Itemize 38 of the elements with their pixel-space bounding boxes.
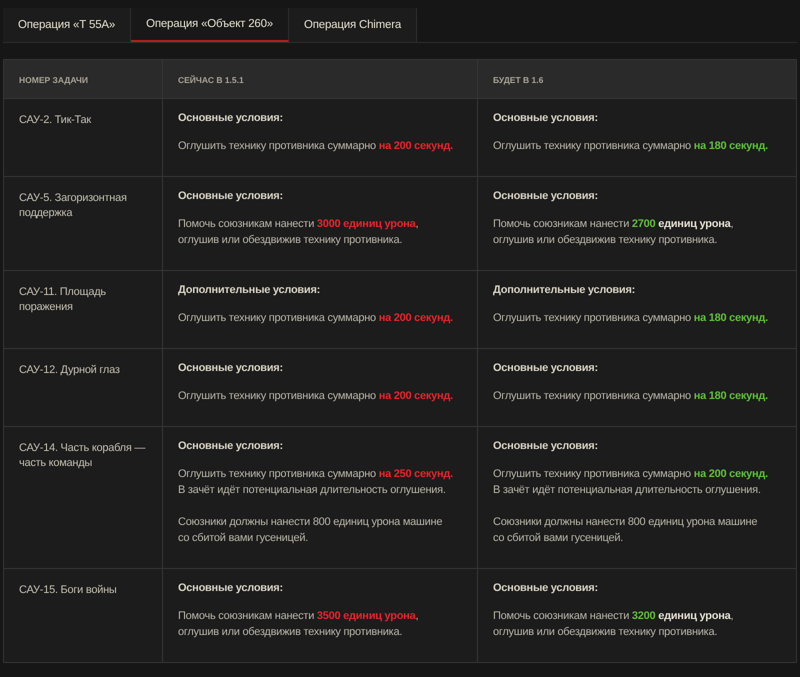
condition-text: Оглушить технику противника суммарно на 200 секунд. (178, 139, 454, 154)
task-name: САУ-2. Тик-Так (18, 113, 92, 128)
condition-text: Помочь союзникам нанести 3500 единиц урона, оглушив или обездвижив технику противника. (178, 609, 420, 640)
condition-heading: Основные условия: (493, 362, 599, 374)
tab[interactable]: Операция «Т 55А» (3, 8, 132, 42)
condition-text: Оглушить технику противника суммарно на 200 секунд. (178, 389, 454, 404)
tab[interactable]: Операция Chimera (289, 8, 418, 42)
condition-heading: Основные условия: (493, 112, 599, 124)
tab[interactable]: Операция «Объект 260» (131, 8, 290, 42)
condition-text: Оглушить технику противника суммарно на 200 секунд. В зачёт идёт потенциальная длительность оглушения. (493, 467, 769, 498)
condition-heading: Основные условия: (493, 440, 599, 452)
condition-text: Союзники должны нанести 800 единиц урона машине со сбитой вами гусеницей. (178, 515, 444, 546)
condition-text: Помочь союзникам нанести 2700 единиц урона, оглушив или обездвижив технику противника. (493, 217, 734, 248)
condition-text: Оглушить технику противника суммарно на 180 секунд. (493, 139, 769, 154)
task-name: САУ-11. Площадь поражения (18, 285, 107, 315)
condition-heading: Основные условия: (178, 362, 284, 374)
condition-text: Оглушить технику противника суммарно на 180 секунд. (493, 389, 769, 404)
task-name: САУ-5. Загоризонтная поддержка (18, 191, 128, 221)
condition-heading: Основные условия: (178, 582, 284, 594)
column-header: СЕЙЧАС В 1.5.1 (162, 60, 477, 107)
condition-heading: Основные условия: (178, 112, 284, 124)
condition-text: Помочь союзникам нанести 3000 единиц урона, оглушив или обездвижив технику противника. (178, 217, 420, 248)
condition-heading: Дополнительные условия: (493, 284, 636, 296)
condition-heading: Основные условия: (178, 190, 284, 202)
condition-heading: Основные условия: (493, 190, 599, 202)
task-name: САУ-14. Часть корабля — часть команды (18, 441, 146, 471)
column-header: НОМЕР ЗАДАЧИ (18, 74, 89, 87)
task-name: САУ-15. Боги войны (18, 583, 118, 598)
condition-text: Помочь союзникам нанести 3200 единиц урона, оглушив или обездвижив технику противника. (493, 609, 734, 640)
condition-text: Оглушить технику противника суммарно на 180 секунд. (493, 311, 769, 326)
condition-heading: Основные условия: (493, 582, 599, 594)
column-header: БУДЕТ В 1.6 (477, 60, 796, 107)
condition-heading: Основные условия: (178, 440, 284, 452)
condition-text: Оглушить технику противника суммарно на 250 секунд. В зачёт идёт потенциальная длительность оглушения. (178, 467, 454, 498)
condition-heading: Дополнительные условия: (178, 284, 322, 296)
task-name: САУ-12. Дурной глаз (18, 363, 121, 378)
condition-text: Оглушить технику противника суммарно на 200 секунд. (178, 311, 454, 326)
condition-text: Союзники должны нанести 800 единиц урона машине со сбитой вами гусеницей. (493, 515, 758, 546)
